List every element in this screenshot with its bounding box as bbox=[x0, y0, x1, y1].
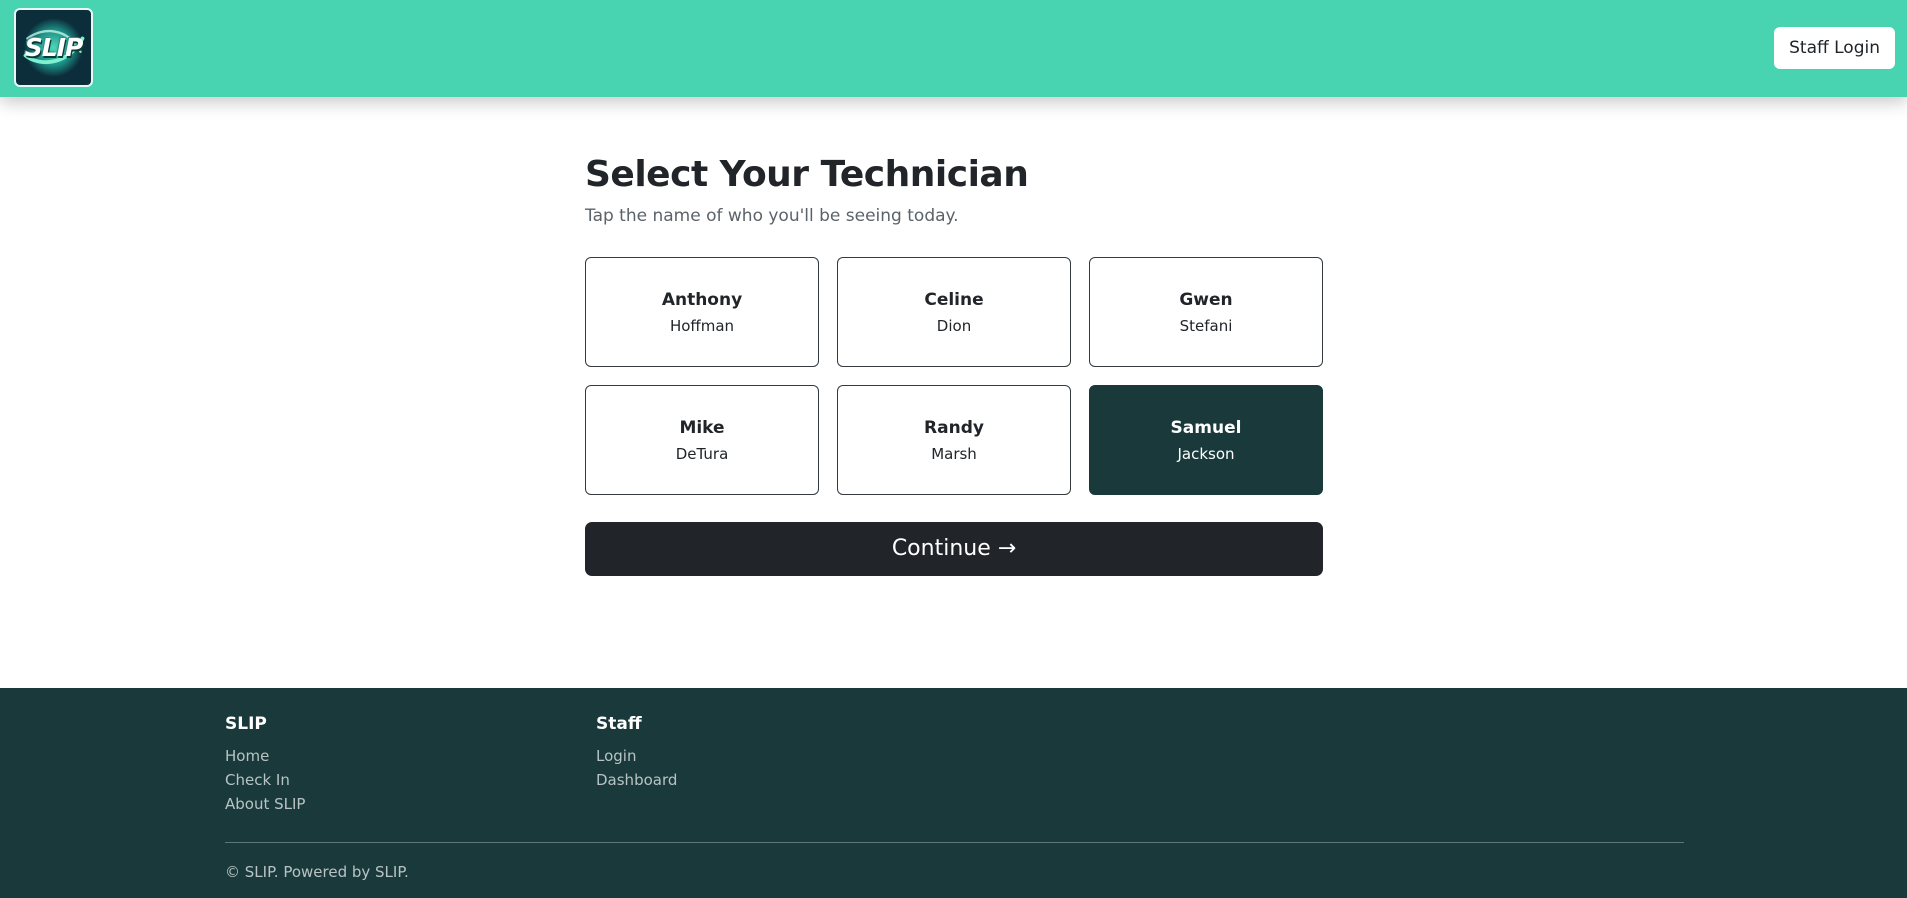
footer-column-slip: SLIP Home Check In About SLIP bbox=[225, 712, 305, 816]
page-title: Select Your Technician bbox=[585, 154, 1029, 195]
technician-first-name: Mike bbox=[679, 418, 725, 438]
technician-first-name: Randy bbox=[924, 418, 984, 438]
technician-last-name: Stefani bbox=[1179, 317, 1233, 335]
technician-card-gwen-stefani[interactable]: Gwen Stefani bbox=[1089, 257, 1323, 367]
technician-first-name: Samuel bbox=[1170, 418, 1242, 438]
technician-last-name: DeTura bbox=[675, 445, 729, 463]
footer-heading: SLIP bbox=[225, 714, 267, 734]
page-subtitle: Tap the name of who you'll be seeing tod… bbox=[585, 206, 959, 226]
technician-last-name: Marsh bbox=[931, 445, 977, 463]
technician-selection: Select Your Technician Tap the name of w… bbox=[585, 150, 1323, 576]
footer-link-home[interactable]: Home bbox=[225, 744, 305, 768]
footer-column-staff: Staff Login Dashboard bbox=[596, 712, 677, 792]
footer-link-about-slip[interactable]: About SLIP bbox=[225, 792, 305, 816]
logo-text: SLIP bbox=[24, 33, 84, 62]
technician-last-name: Dion bbox=[936, 317, 972, 335]
technician-card-mike-detura[interactable]: Mike DeTura bbox=[585, 385, 819, 495]
footer-divider bbox=[225, 842, 1684, 843]
technician-first-name: Celine bbox=[924, 290, 984, 310]
site-footer: SLIP Home Check In About SLIP Staff Logi… bbox=[0, 688, 1907, 898]
continue-button[interactable]: Continue → bbox=[585, 522, 1323, 576]
footer-link-check-in[interactable]: Check In bbox=[225, 768, 305, 792]
footer-heading: Staff bbox=[596, 714, 642, 734]
technician-last-name: Hoffman bbox=[669, 317, 735, 335]
top-header: SLIP Staff Login bbox=[0, 0, 1907, 97]
technician-last-name: Jackson bbox=[1177, 445, 1235, 463]
technician-first-name: Anthony bbox=[661, 290, 743, 310]
page: SLIP Staff Login Select Your Technician … bbox=[0, 0, 1907, 898]
copyright-text: © SLIP. Powered by SLIP. bbox=[225, 863, 409, 881]
technician-card-randy-marsh[interactable]: Randy Marsh bbox=[837, 385, 1071, 495]
technician-card-celine-dion[interactable]: Celine Dion bbox=[837, 257, 1071, 367]
technician-card-samuel-jackson[interactable]: Samuel Jackson bbox=[1089, 385, 1323, 495]
staff-login-button[interactable]: Staff Login bbox=[1774, 27, 1895, 69]
technician-first-name: Gwen bbox=[1179, 290, 1233, 310]
slip-logo[interactable]: SLIP bbox=[14, 8, 93, 87]
footer-link-dashboard[interactable]: Dashboard bbox=[596, 768, 677, 792]
footer-link-login[interactable]: Login bbox=[596, 744, 677, 768]
technician-card-anthony-hoffman[interactable]: Anthony Hoffman bbox=[585, 257, 819, 367]
